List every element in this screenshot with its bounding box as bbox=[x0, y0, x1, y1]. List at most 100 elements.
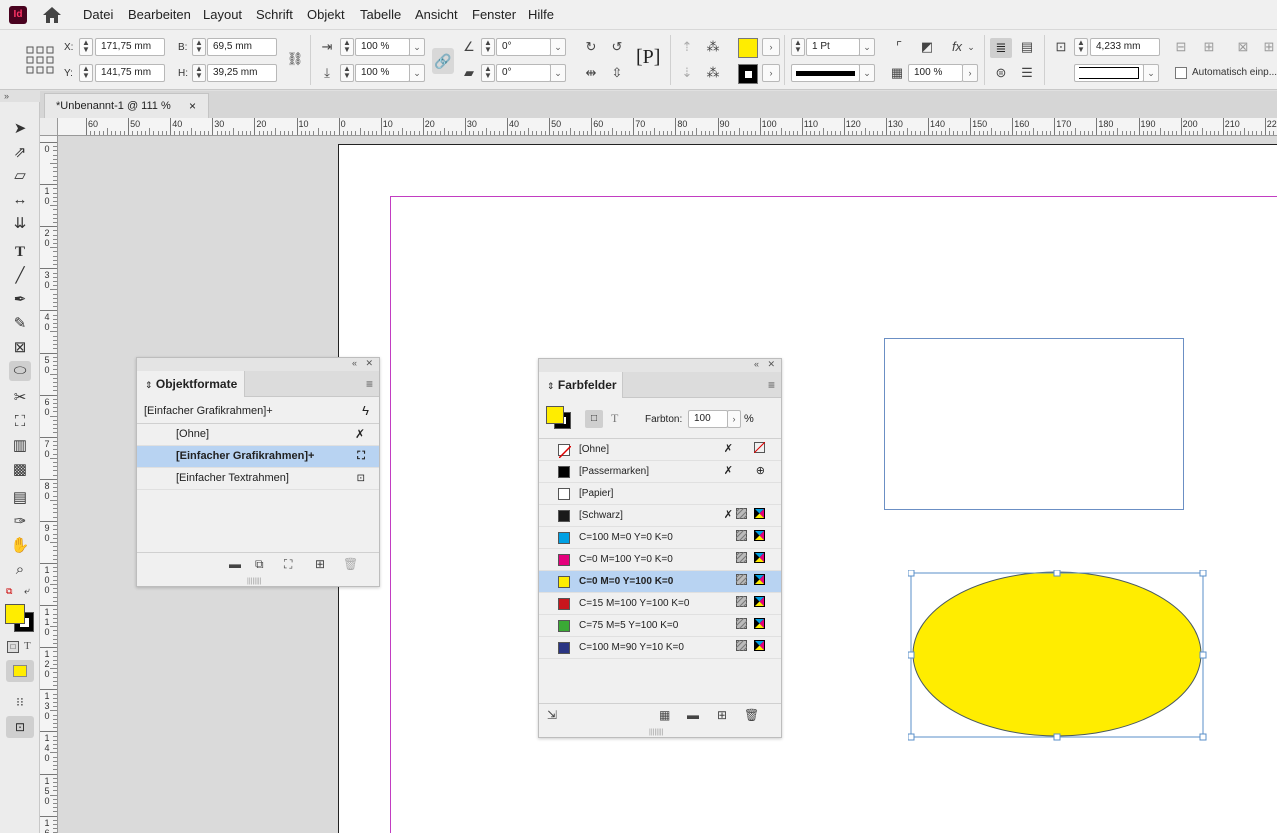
y-stepper[interactable]: ▲ ▼ bbox=[79, 64, 93, 82]
zoom-tool-icon[interactable]: ⌕ bbox=[9, 560, 31, 580]
rotate-ccw-icon[interactable]: ↺ bbox=[608, 38, 626, 56]
opacity-dropdown[interactable]: › bbox=[962, 64, 978, 82]
scissors-tool-icon[interactable]: ✂ bbox=[9, 388, 31, 408]
rectangle-frame[interactable] bbox=[884, 338, 1184, 510]
rotate-cw-icon[interactable]: ↻ bbox=[582, 38, 600, 56]
y-field[interactable]: 141,75 mm bbox=[95, 64, 165, 82]
swatch-row[interactable]: C=15 M=100 Y=100 K=0 bbox=[539, 593, 781, 615]
menu-ansicht[interactable]: Ansicht bbox=[415, 7, 458, 22]
spacing-stepper[interactable]: ▲ ▼ bbox=[1074, 38, 1088, 56]
swatch-row[interactable]: C=0 M=100 Y=0 K=0 bbox=[539, 549, 781, 571]
swatch-row[interactable]: [Papier] bbox=[539, 483, 781, 505]
link-scale-icon[interactable]: 🔗 bbox=[432, 48, 454, 74]
show-swatch-types-icon[interactable]: ⇲ bbox=[547, 708, 557, 722]
height-field[interactable]: 39,25 mm bbox=[207, 64, 277, 82]
fill-swatch[interactable] bbox=[738, 38, 758, 58]
ruler-origin[interactable] bbox=[40, 118, 58, 136]
menu-objekt[interactable]: Objekt bbox=[307, 7, 345, 22]
shear-field[interactable]: 0° bbox=[496, 64, 551, 82]
drop-shadow-icon[interactable]: ◩ bbox=[918, 38, 936, 56]
gradient-tool-icon[interactable]: ▥ bbox=[9, 436, 31, 456]
format-text-icon[interactable]: T bbox=[611, 411, 618, 426]
farbton-slider-button[interactable]: › bbox=[727, 410, 741, 428]
stroke-type-field[interactable] bbox=[791, 64, 860, 82]
delete-swatch-icon[interactable]: 🗑 bbox=[744, 708, 759, 722]
corner-options-icon[interactable]: ⌜ bbox=[890, 38, 908, 56]
swatch-row[interactable]: [Ohne] ✗ bbox=[539, 439, 781, 461]
fit-content-icon[interactable]: ⊟ bbox=[1172, 38, 1190, 56]
line-tool-icon[interactable]: ╱ bbox=[9, 266, 31, 286]
home-icon[interactable] bbox=[41, 6, 63, 24]
stroke-weight-stepper[interactable]: ▲ ▼ bbox=[791, 38, 805, 56]
flip-vertical-icon[interactable]: ⇳ bbox=[608, 64, 626, 82]
objektformate-tab[interactable]: ⇕ Objektformate bbox=[137, 371, 245, 397]
lightning-icon[interactable]: ϟ bbox=[362, 398, 369, 424]
scale-y-field[interactable]: 100 % bbox=[355, 64, 410, 82]
stroke-weight-field[interactable]: 1 Pt bbox=[806, 38, 860, 56]
swatch-row[interactable]: C=75 M=5 Y=100 K=0 bbox=[539, 615, 781, 637]
pencil-tool-icon[interactable]: ✎ bbox=[9, 314, 31, 334]
panel-collapse-icon[interactable]: « bbox=[352, 358, 357, 368]
resize-grip[interactable]: |||||||| bbox=[247, 578, 262, 585]
rotate-dropdown[interactable]: ⌄ bbox=[550, 38, 566, 56]
content-collector-icon[interactable]: ⇊ bbox=[9, 214, 31, 234]
scale-y-stepper[interactable]: ▲ ▼ bbox=[340, 64, 354, 82]
x-field[interactable]: 171,75 mm bbox=[95, 38, 165, 56]
shear-dropdown[interactable]: ⌄ bbox=[550, 64, 566, 82]
farbfelder-tab[interactable]: ⇕ Farbfelder bbox=[539, 372, 623, 398]
fill-proxy-icon[interactable] bbox=[546, 406, 564, 424]
ellipse-tool-icon[interactable]: ⬭ bbox=[9, 361, 31, 381]
document-tab[interactable]: *Unbenannt-1 @ 111 % × bbox=[44, 93, 209, 118]
swatch-row[interactable]: [Schwarz] ✗ bbox=[539, 505, 781, 527]
rotate-stepper[interactable]: ▲ ▼ bbox=[481, 38, 495, 56]
horizontal-ruler[interactable]: 60 50 40 30 20 10 0 10 20 30 40 50 60 70 80 90 100 110 120… bbox=[40, 118, 1277, 136]
shear-stepper[interactable]: ▲ ▼ bbox=[481, 64, 495, 82]
free-transform-tool-icon[interactable]: ⛶ bbox=[9, 412, 31, 432]
new-style-icon[interactable]: ⊞ bbox=[315, 557, 325, 571]
gradient-feather-tool-icon[interactable]: ▩ bbox=[9, 460, 31, 480]
rectangle-frame-tool-icon[interactable]: ⊠ bbox=[9, 338, 31, 358]
selected-ellipse[interactable] bbox=[908, 570, 1208, 742]
scale-x-stepper[interactable]: ▲ ▼ bbox=[340, 38, 354, 56]
text-wrap-box-icon[interactable]: ▤ bbox=[1018, 38, 1036, 56]
width-field[interactable]: 69,5 mm bbox=[207, 38, 277, 56]
hand-tool-icon[interactable]: ✋ bbox=[9, 536, 31, 556]
panel-close-icon[interactable]: ✕ bbox=[365, 358, 373, 369]
style-field[interactable] bbox=[1074, 64, 1144, 82]
text-wrap-none-icon[interactable]: ≣ bbox=[990, 38, 1012, 58]
resize-grip[interactable]: |||||||| bbox=[649, 729, 664, 736]
select-next-icon[interactable]: ⁂ bbox=[704, 64, 722, 82]
format-container-icon[interactable]: □ bbox=[585, 410, 603, 428]
page-tool-icon[interactable]: ▱ bbox=[9, 166, 31, 186]
spacing-field[interactable]: 4,233 mm bbox=[1090, 38, 1160, 56]
scale-x-field[interactable]: 100 % bbox=[355, 38, 410, 56]
swatch-row-selected[interactable]: C=0 M=0 Y=100 K=0 bbox=[539, 571, 781, 593]
menu-tabelle[interactable]: Tabelle bbox=[360, 7, 401, 22]
farbton-field[interactable]: 100 bbox=[688, 410, 728, 428]
select-previous-icon[interactable]: ⇣ bbox=[678, 64, 696, 82]
text-wrap-jump-icon[interactable]: ☰ bbox=[1018, 64, 1036, 82]
style-row-selected[interactable]: [Einfacher Grafikrahmen]+ ⛶ bbox=[137, 446, 379, 468]
vertical-ruler[interactable]: 0 1 0 2 0 3 0 4 0 5 0 6 0 7 0 8 0 9 0 1 0 0 1 1 0 1 … bbox=[40, 136, 58, 833]
flip-horizontal-icon[interactable]: ⇹ bbox=[582, 64, 600, 82]
stroke-dropdown[interactable]: › bbox=[762, 64, 780, 82]
collapse-panels-icon[interactable]: » bbox=[4, 91, 9, 101]
menu-bearbeiten[interactable]: Bearbeiten bbox=[128, 7, 191, 22]
gap-tool-icon[interactable]: ↔ bbox=[9, 190, 31, 210]
stroke-swatch[interactable] bbox=[738, 64, 758, 84]
fill-color-icon[interactable] bbox=[5, 604, 25, 624]
swatch-row[interactable]: [Passermarken] ✗ ⊕ bbox=[539, 461, 781, 483]
x-stepper[interactable]: ▲ ▼ bbox=[79, 38, 93, 56]
auto-fit-checkbox[interactable] bbox=[1175, 67, 1187, 79]
text-wrap-shape-icon[interactable]: ⊜ bbox=[992, 64, 1010, 82]
menu-layout[interactable]: Layout bbox=[203, 7, 242, 22]
menu-datei[interactable]: Datei bbox=[83, 7, 113, 22]
fit-frame-icon[interactable]: ⊞ bbox=[1200, 38, 1218, 56]
effects-dropdown-icon[interactable]: ⌄ bbox=[962, 38, 980, 56]
constrain-proportions-icon[interactable]: ⛓ bbox=[286, 50, 304, 68]
style-row[interactable]: [Einfacher Textrahmen] ⊡ bbox=[137, 468, 379, 490]
pen-tool-icon[interactable]: ✒ bbox=[9, 290, 31, 310]
clear-overrides-footer-icon[interactable]: ⧉ bbox=[255, 557, 264, 572]
center-content-icon[interactable]: ⊞ bbox=[1260, 38, 1277, 56]
delete-icon[interactable]: 🗑 bbox=[343, 557, 358, 571]
